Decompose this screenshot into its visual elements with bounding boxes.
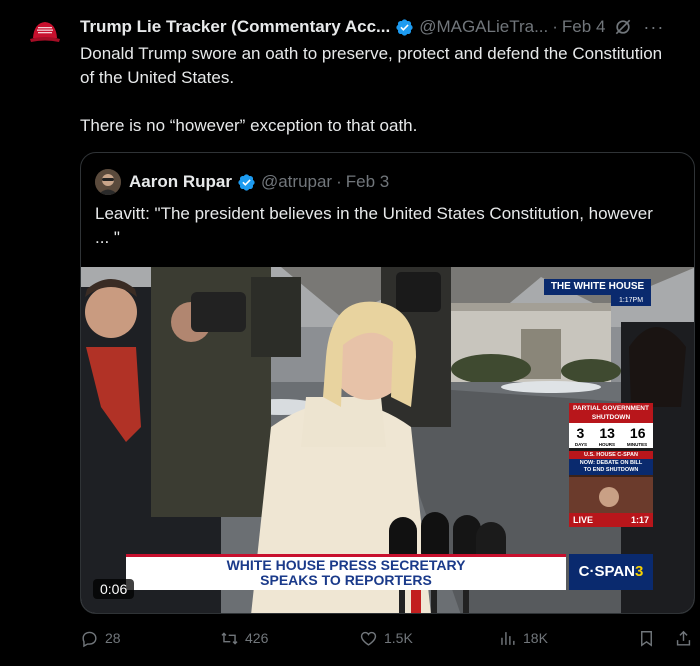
counter-hours-label: HOURS (598, 442, 616, 447)
views-icon (501, 631, 515, 645)
shutdown-title: PARTIAL GOVERNMENT SHUTDOWN (569, 403, 653, 423)
author-name[interactable]: Trump Lie Tracker (Commentary Acc... (80, 17, 390, 37)
cspan-chamber-thumbnail (569, 475, 653, 513)
quoted-verified-badge-icon (238, 173, 255, 191)
tweet-actions: 28 426 1.5K 18K (80, 626, 695, 650)
counter-minutes: 16 (629, 425, 646, 441)
tweet-text: Donald Trump swore an oath to preserve, … (80, 44, 663, 135)
quoted-avatar-image (95, 169, 121, 195)
reply-count: 28 (105, 630, 121, 646)
repost-icon (221, 631, 238, 645)
cspan-now-line2: TO END SHUTDOWN (583, 467, 639, 473)
lower-third: WHITE HOUSE PRESS SECRETARY SPEAKS TO RE… (126, 554, 566, 590)
share-button[interactable] (674, 629, 693, 648)
grok-icon[interactable] (613, 17, 633, 37)
like-count: 1.5K (384, 630, 413, 646)
network-logo: C·SPAN3 (569, 554, 653, 590)
quoted-tweet-header: Aaron Rupar @atrupar · Feb 3 (95, 169, 389, 195)
author-avatar[interactable] (26, 14, 64, 52)
views-button[interactable]: 18K (498, 629, 548, 648)
network-name: C·SPAN (578, 563, 636, 580)
lower-third-line1: WHITE HOUSE PRESS SECRETARY (226, 557, 466, 573)
location-tag: THE WHITE HOUSE (544, 279, 651, 295)
location-time: 1:17PM (611, 295, 651, 306)
bookmark-button[interactable] (637, 629, 656, 648)
live-bar: LIVE 1:17 (569, 513, 653, 527)
views-count: 18K (523, 630, 548, 646)
bookmark-icon (641, 630, 652, 647)
quoted-author-name[interactable]: Aaron Rupar (129, 172, 232, 192)
more-options-icon[interactable]: ··· (643, 17, 664, 38)
cspan-house-tag: U.S. HOUSE C-SPAN (569, 451, 653, 459)
lower-third-line2: SPEAKS TO REPORTERS (260, 572, 432, 588)
tweet-header: Trump Lie Tracker (Commentary Acc... @MA… (80, 15, 690, 39)
shutdown-title-line2: SHUTDOWN (591, 414, 631, 421)
counter-days-label: DAYS (574, 442, 587, 447)
verified-badge-icon (396, 18, 413, 36)
shutdown-panel: PARTIAL GOVERNMENT SHUTDOWN 3 13 16 DAYS… (569, 403, 653, 527)
counter-days: 3 (576, 425, 585, 441)
repost-count: 426 (245, 630, 269, 646)
reply-button[interactable]: 28 (80, 629, 121, 648)
live-label: LIVE (573, 515, 594, 525)
heart-icon (360, 631, 377, 646)
counter-labels: DAYS HOURS MINUTES (569, 441, 653, 448)
repost-button[interactable]: 426 (220, 629, 268, 648)
video-player[interactable]: THE WHITE HOUSE 1:17PM PARTIAL GOVERNMEN… (81, 267, 694, 613)
quoted-tweet-date[interactable]: Feb 3 (346, 172, 389, 192)
counter-hours: 13 (599, 425, 615, 441)
author-handle[interactable]: @MAGALieTra... (419, 17, 548, 37)
network-number: 3 (635, 563, 644, 580)
quoted-author-avatar[interactable] (95, 169, 121, 195)
cspan-now-line1: NOW: DEBATE ON BILL (579, 460, 643, 466)
quoted-tweet-text: Leavitt: "The president believes in the … (95, 204, 653, 247)
like-button[interactable]: 1.5K (359, 629, 413, 648)
video-duration: 0:06 (93, 579, 135, 599)
red-hat-avatar-image (26, 14, 64, 52)
reply-icon (82, 631, 97, 647)
quoted-separator-dot: · (336, 172, 342, 191)
quoted-tweet[interactable]: Aaron Rupar @atrupar · Feb 3 Leavitt: "T… (80, 152, 695, 614)
quoted-author-handle[interactable]: @atrupar (261, 172, 332, 192)
shutdown-counter: 3 13 16 (569, 423, 653, 441)
shutdown-title-line1: PARTIAL GOVERNMENT (573, 405, 649, 412)
live-time: 1:17 (630, 515, 649, 525)
tweet-date[interactable]: Feb 4 (562, 17, 605, 37)
separator-dot: · (552, 17, 558, 36)
counter-minutes-label: MINUTES (626, 442, 648, 447)
share-icon (676, 630, 691, 646)
cspan-now-text: NOW: DEBATE ON BILL TO END SHUTDOWN (569, 459, 653, 475)
